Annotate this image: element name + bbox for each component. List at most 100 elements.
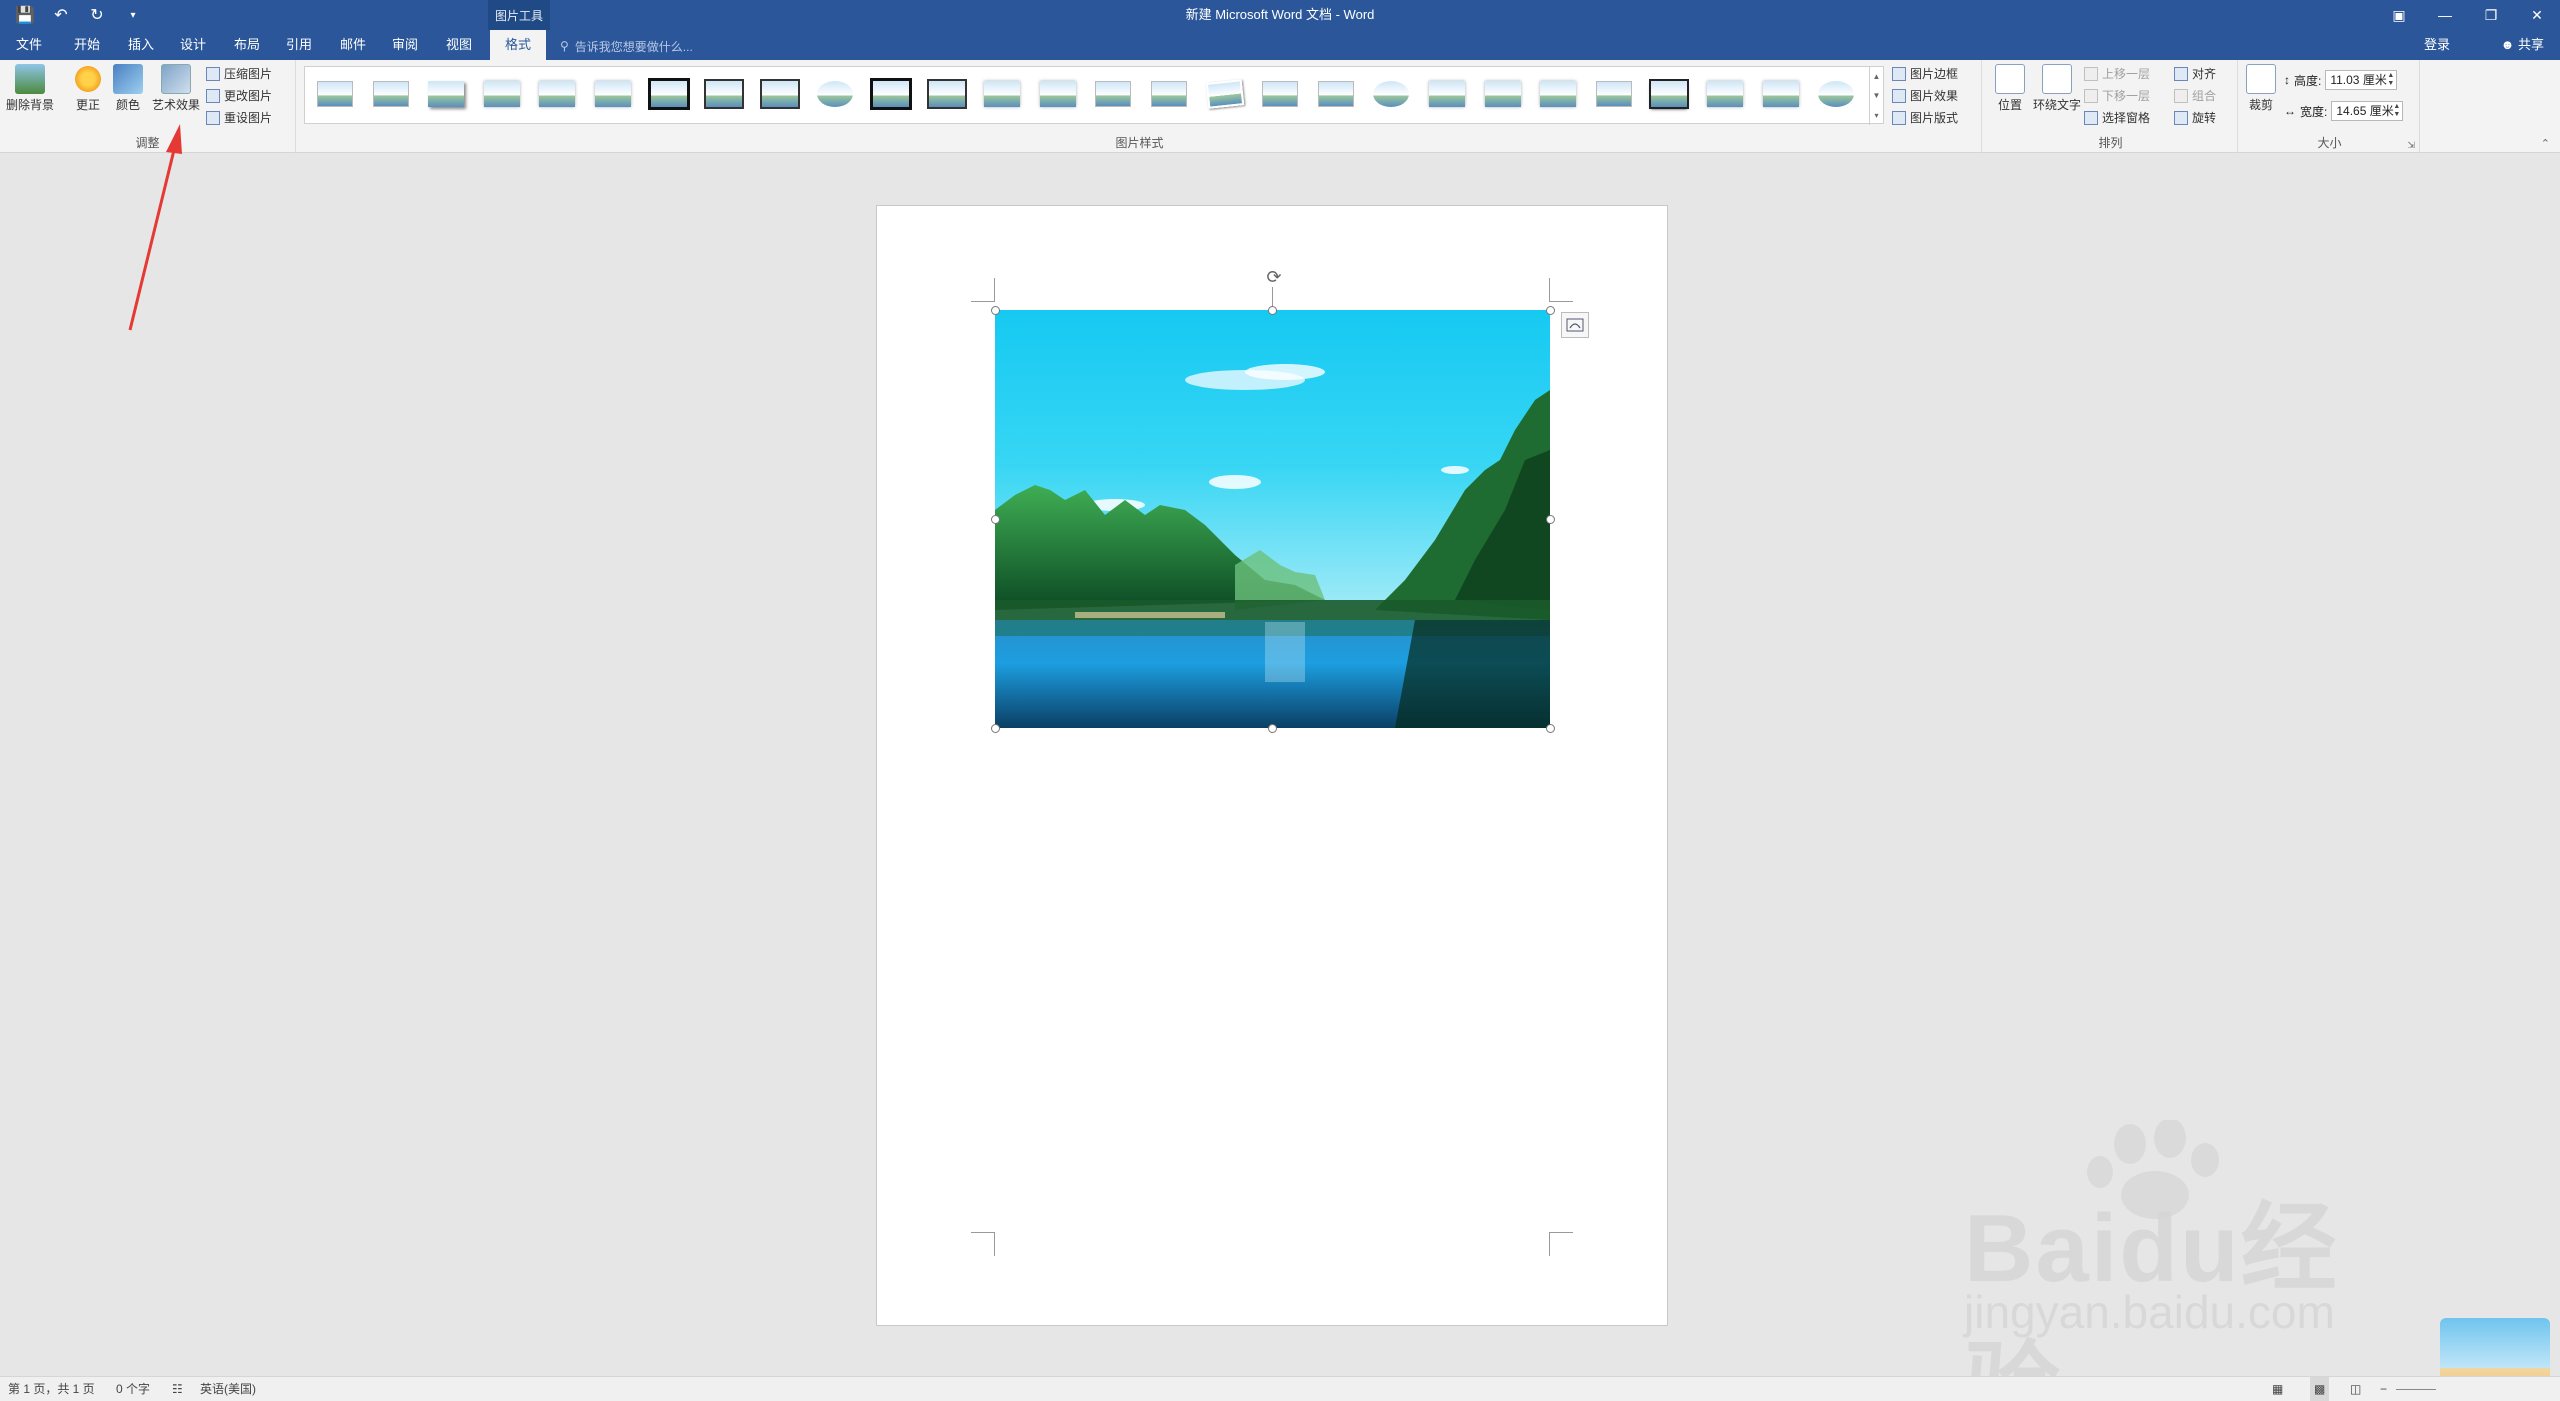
crop-button[interactable]: 裁剪 (2242, 64, 2280, 113)
tab-review[interactable]: 审阅 (384, 30, 426, 60)
wrap-text-button[interactable]: 环绕文字 (2030, 64, 2084, 113)
read-mode-icon[interactable]: ▦ (2272, 1377, 2283, 1401)
gallery-more-icon[interactable]: ▾ (1874, 111, 1878, 120)
color-button[interactable]: 颜色 (106, 64, 150, 113)
resize-handle[interactable] (990, 514, 1000, 524)
picture-border-button[interactable]: 图片边框 (1892, 64, 1958, 84)
bring-forward-button[interactable]: 上移一层 (2084, 64, 2150, 84)
tab-view[interactable]: 视图 (438, 30, 480, 60)
picture-style-thumb[interactable] (1036, 77, 1080, 111)
picture-style-thumb[interactable] (1536, 77, 1580, 111)
share-button[interactable]: ☻ 共享 (2501, 30, 2544, 60)
picture-style-thumb[interactable] (369, 77, 413, 111)
resize-handle[interactable] (1268, 723, 1277, 733)
tab-mailings[interactable]: 邮件 (332, 30, 374, 60)
layout-options-icon[interactable] (1561, 312, 1589, 338)
picture-style-thumb[interactable] (1592, 77, 1636, 111)
picture-style-thumb[interactable] (1147, 77, 1191, 111)
resize-handle[interactable] (1545, 514, 1555, 524)
corrections-button[interactable]: 更正 (66, 64, 110, 113)
group-objects-button[interactable]: 组合 (2174, 86, 2216, 106)
picture-style-thumb[interactable] (647, 77, 691, 111)
redo-icon[interactable]: ↻ (82, 0, 112, 30)
resize-handle[interactable] (990, 723, 1000, 733)
compress-pictures-button[interactable]: 压缩图片 (206, 64, 272, 84)
undo-icon[interactable]: ↶ (46, 0, 76, 30)
page-count[interactable]: 第 1 页，共 1 页 (8, 1377, 95, 1401)
tab-design[interactable]: 设计 (172, 30, 214, 60)
picture-style-thumb[interactable] (813, 77, 857, 111)
web-layout-icon[interactable]: ◫ (2350, 1377, 2361, 1401)
tab-home[interactable]: 开始 (66, 30, 108, 60)
picture-styles-gallery[interactable]: ▲ ▼ ▾ (304, 66, 1884, 125)
position-button[interactable]: 位置 (1988, 64, 2032, 113)
picture-effects-button[interactable]: 图片效果 (1892, 86, 1958, 106)
picture-style-thumb[interactable] (869, 77, 913, 111)
picture-style-thumb[interactable] (1091, 77, 1135, 111)
picture-style-thumb[interactable] (1703, 77, 1747, 111)
word-count[interactable]: 0 个字 (116, 1377, 150, 1401)
picture-style-thumb[interactable] (535, 77, 579, 111)
picture-style-thumb[interactable] (313, 77, 357, 111)
quick-access-toolbar: 💾 ↶ ↻ ▾ (10, 0, 148, 30)
resize-handle[interactable] (1545, 723, 1555, 733)
restore-icon[interactable]: ❐ (2468, 0, 2514, 30)
picture-style-thumb[interactable] (1314, 77, 1358, 111)
selection-pane-button[interactable]: 选择窗格 (2084, 108, 2150, 128)
tab-file[interactable]: 文件 (8, 30, 50, 60)
resize-handle[interactable] (1545, 305, 1555, 315)
align-button[interactable]: 对齐 (2174, 64, 2216, 84)
tab-insert[interactable]: 插入 (120, 30, 162, 60)
zoom-out-icon[interactable]: − (2380, 1377, 2387, 1401)
picture-style-thumb[interactable] (1258, 77, 1302, 111)
login-link[interactable]: 登录 (2424, 30, 2450, 60)
rotate-handle-icon[interactable]: ⟳ (1263, 266, 1285, 288)
tell-me-search[interactable]: ⚲ 告诉我您想要做什么... (560, 37, 693, 55)
reset-picture-button[interactable]: 重设图片 (206, 108, 272, 128)
picture-style-thumb[interactable] (480, 77, 524, 111)
minimize-icon[interactable]: — (2422, 0, 2468, 30)
picture-style-thumb[interactable] (1425, 77, 1469, 111)
size-launcher-icon[interactable]: ⇲ (2407, 140, 2415, 151)
picture-style-thumb[interactable] (1814, 77, 1858, 111)
change-picture-button[interactable]: 更改图片 (206, 86, 272, 106)
height-input[interactable]: 11.03 厘米 ▲ ▼ (2325, 70, 2398, 90)
proofing-icon[interactable]: ☷ (172, 1377, 183, 1401)
gallery-scroll[interactable]: ▲ ▼ ▾ (1869, 67, 1883, 125)
scroll-down-icon[interactable]: ▼ (1873, 91, 1881, 100)
height-spinner-icon[interactable]: ▲ ▼ (2387, 72, 2394, 88)
zoom-slider[interactable] (2396, 1389, 2436, 1390)
close-icon[interactable]: ✕ (2514, 0, 2560, 30)
picture-style-thumb[interactable] (758, 77, 802, 111)
picture-style-thumb[interactable] (591, 77, 635, 111)
picture-style-thumb[interactable] (1647, 77, 1691, 111)
picture-style-thumb[interactable] (925, 77, 969, 111)
print-layout-icon[interactable]: ▩ (2310, 1377, 2330, 1401)
remove-background-button[interactable]: 删除背景 (6, 64, 54, 113)
rotate-button[interactable]: 旋转 (2174, 108, 2216, 128)
picture-style-thumb[interactable] (702, 77, 746, 111)
selected-picture[interactable] (995, 310, 1550, 728)
collapse-ribbon-icon[interactable]: ⌃ (2541, 137, 2550, 150)
picture-style-thumb[interactable] (424, 77, 468, 111)
tab-layout[interactable]: 布局 (226, 30, 268, 60)
width-spinner-icon[interactable]: ▲ ▼ (2393, 103, 2400, 119)
customize-icon[interactable]: ▾ (118, 0, 148, 30)
picture-style-thumb[interactable] (1203, 77, 1247, 111)
resize-handle[interactable] (990, 305, 1000, 315)
save-icon[interactable]: 💾 (10, 0, 40, 30)
picture-style-thumb[interactable] (1369, 77, 1413, 111)
resize-handle[interactable] (1268, 305, 1277, 315)
picture-style-thumb[interactable] (980, 77, 1024, 111)
ribbon-display-icon[interactable]: ▣ (2376, 0, 2422, 30)
picture-layout-button[interactable]: 图片版式 (1892, 108, 1958, 128)
picture-style-thumb[interactable] (1759, 77, 1803, 111)
tab-references[interactable]: 引用 (278, 30, 320, 60)
artistic-effects-button[interactable]: 艺术效果 (150, 64, 202, 113)
send-backward-button[interactable]: 下移一层 (2084, 86, 2150, 106)
language[interactable]: 英语(美国) (200, 1377, 256, 1401)
width-input[interactable]: 14.65 厘米 ▲ ▼ (2331, 101, 2404, 121)
tab-format[interactable]: 格式 (490, 30, 546, 60)
scroll-up-icon[interactable]: ▲ (1873, 72, 1881, 81)
picture-style-thumb[interactable] (1481, 77, 1525, 111)
